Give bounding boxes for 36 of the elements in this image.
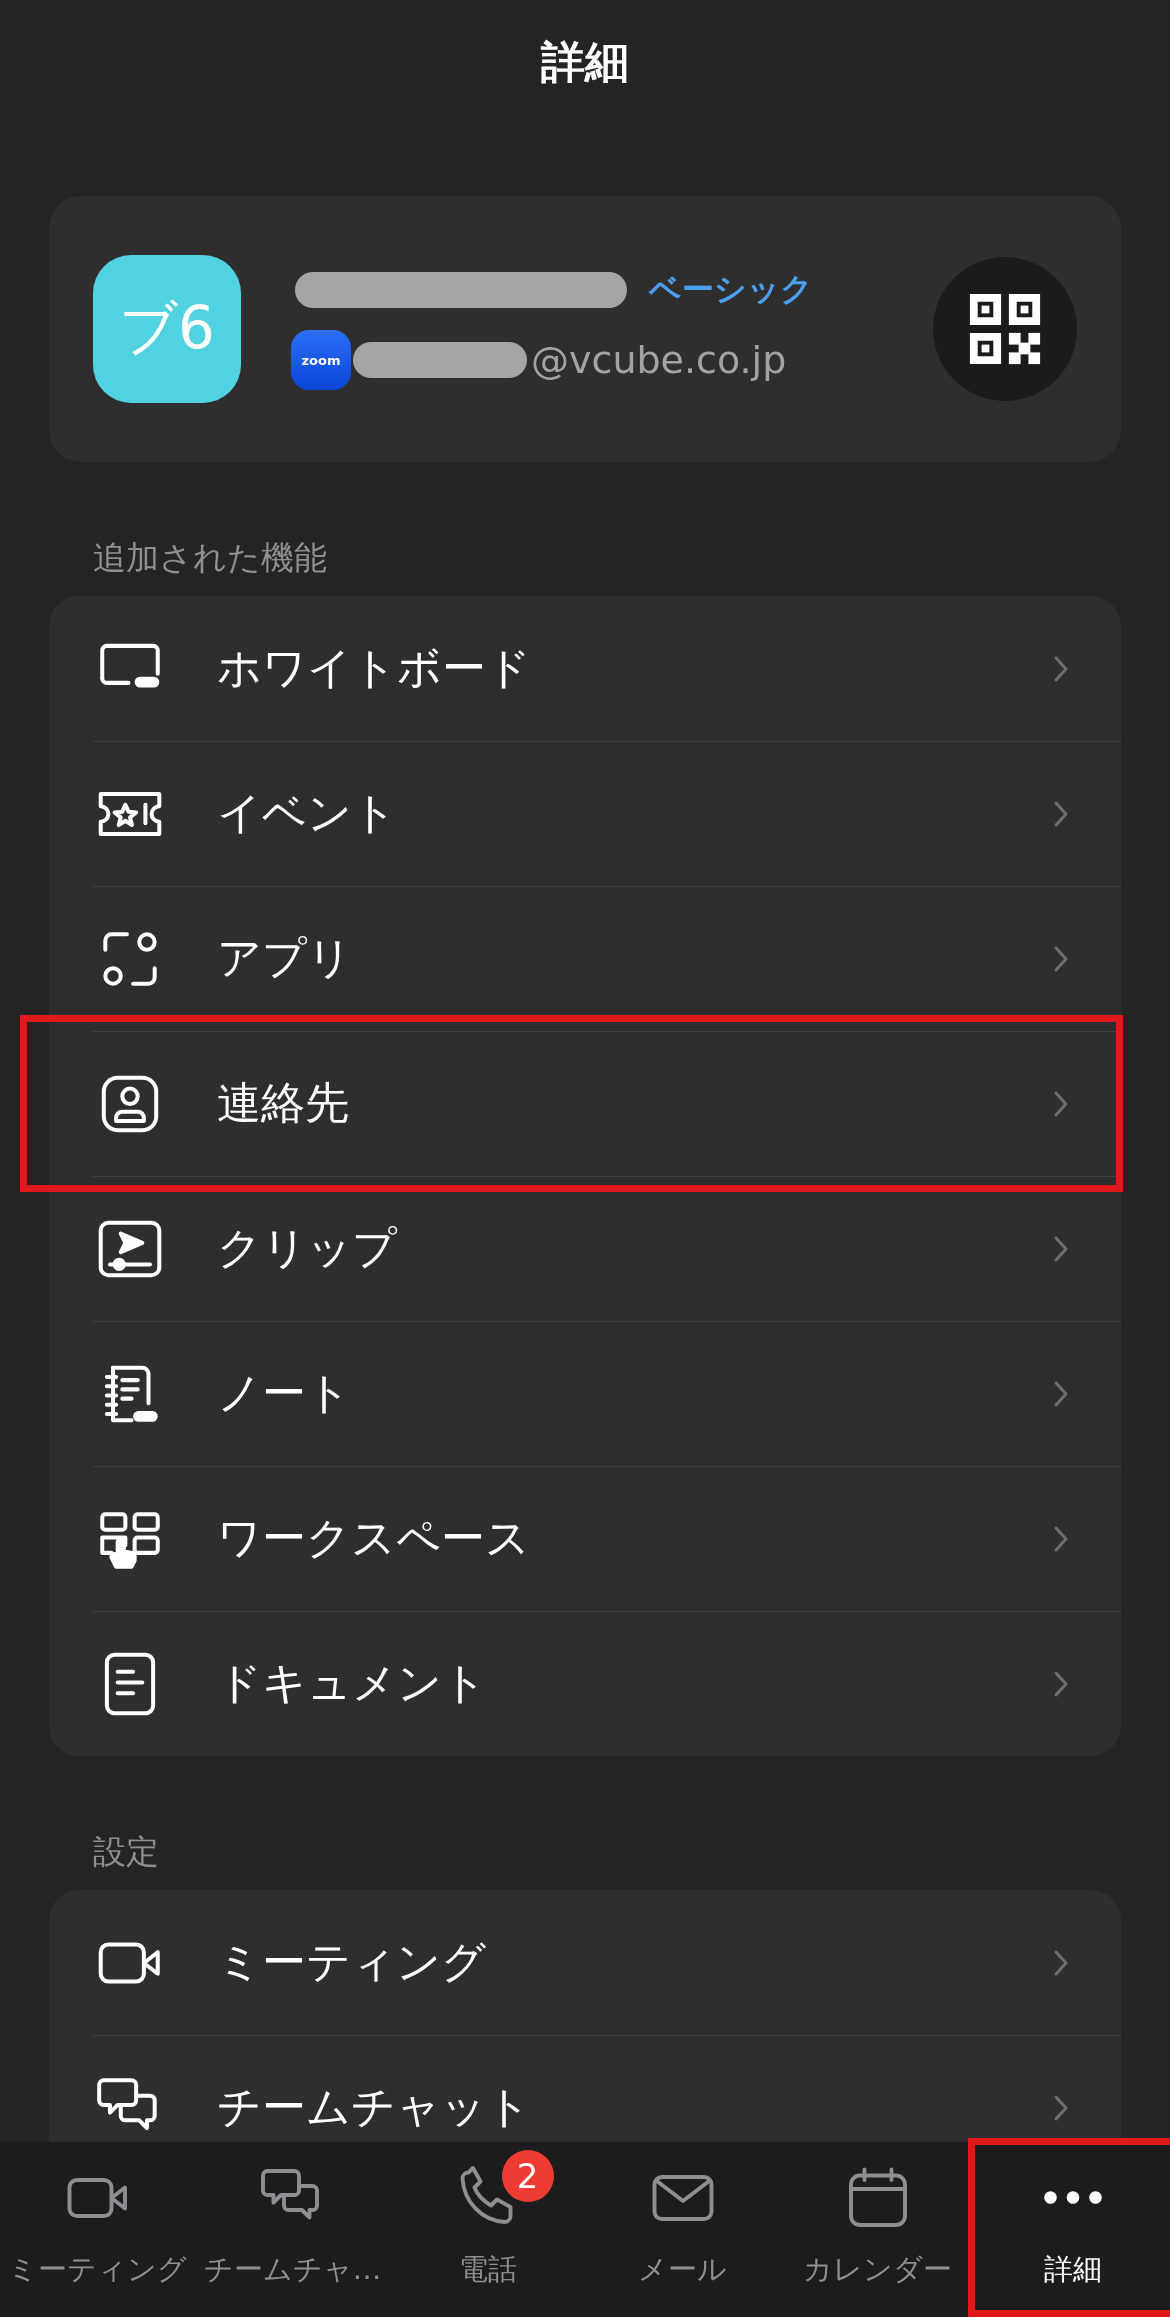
tab[interactable]: チームチャ…: [195, 2142, 390, 2317]
tab[interactable]: カレンダー: [780, 2142, 975, 2317]
tab[interactable]: ミーティング: [0, 2142, 195, 2317]
chevron-icon: [1053, 1089, 1069, 1118]
section-heading: 追加された機能: [93, 537, 328, 579]
menu-item[interactable]: チームチャット: [49, 2035, 1121, 2142]
menu-item[interactable]: ノート: [49, 1321, 1121, 1466]
profile-card[interactable]: ブ6 ベーシック zoom @vcube.co.jp: [49, 196, 1121, 462]
chevron-icon: [1053, 2093, 1069, 2122]
menu-item[interactable]: ミーティング: [49, 1890, 1121, 2035]
chevron-icon: [1053, 1669, 1069, 1698]
tab[interactable]: 2 電話: [390, 2142, 585, 2317]
chevron-icon: [1053, 1234, 1069, 1263]
menu-item[interactable]: ホワイトボード: [49, 596, 1121, 741]
chevron-icon: [1053, 1948, 1069, 1977]
chevron-icon: [1053, 799, 1069, 828]
chevron-icon: [1053, 654, 1069, 683]
chevron-icon: [1053, 1524, 1069, 1553]
section-heading: 設定: [93, 1831, 160, 1873]
menu-item[interactable]: クリップ: [49, 1176, 1121, 1321]
app-logo: zoom: [291, 330, 351, 390]
chevron-icon: [1053, 944, 1069, 973]
avatar: ブ6: [93, 255, 241, 403]
more-icon: [1042, 2190, 1103, 2205]
tab[interactable]: メール: [585, 2142, 780, 2317]
menu-item[interactable]: ドキュメント: [49, 1611, 1121, 1756]
email-text: @vcube.co.jp: [531, 338, 787, 382]
tab[interactable]: 詳細: [975, 2142, 1170, 2317]
menu-item[interactable]: アプリ: [49, 886, 1121, 1031]
plan-label: ベーシック: [649, 269, 813, 310]
menu-item[interactable]: イベント: [49, 741, 1121, 886]
screen-title: 詳細: [541, 34, 629, 89]
menu-item[interactable]: 連絡先: [49, 1031, 1121, 1176]
notification-badge: 2: [501, 2150, 554, 2202]
menu-item[interactable]: ワークスペース: [49, 1466, 1121, 1611]
chevron-icon: [1053, 1379, 1069, 1408]
